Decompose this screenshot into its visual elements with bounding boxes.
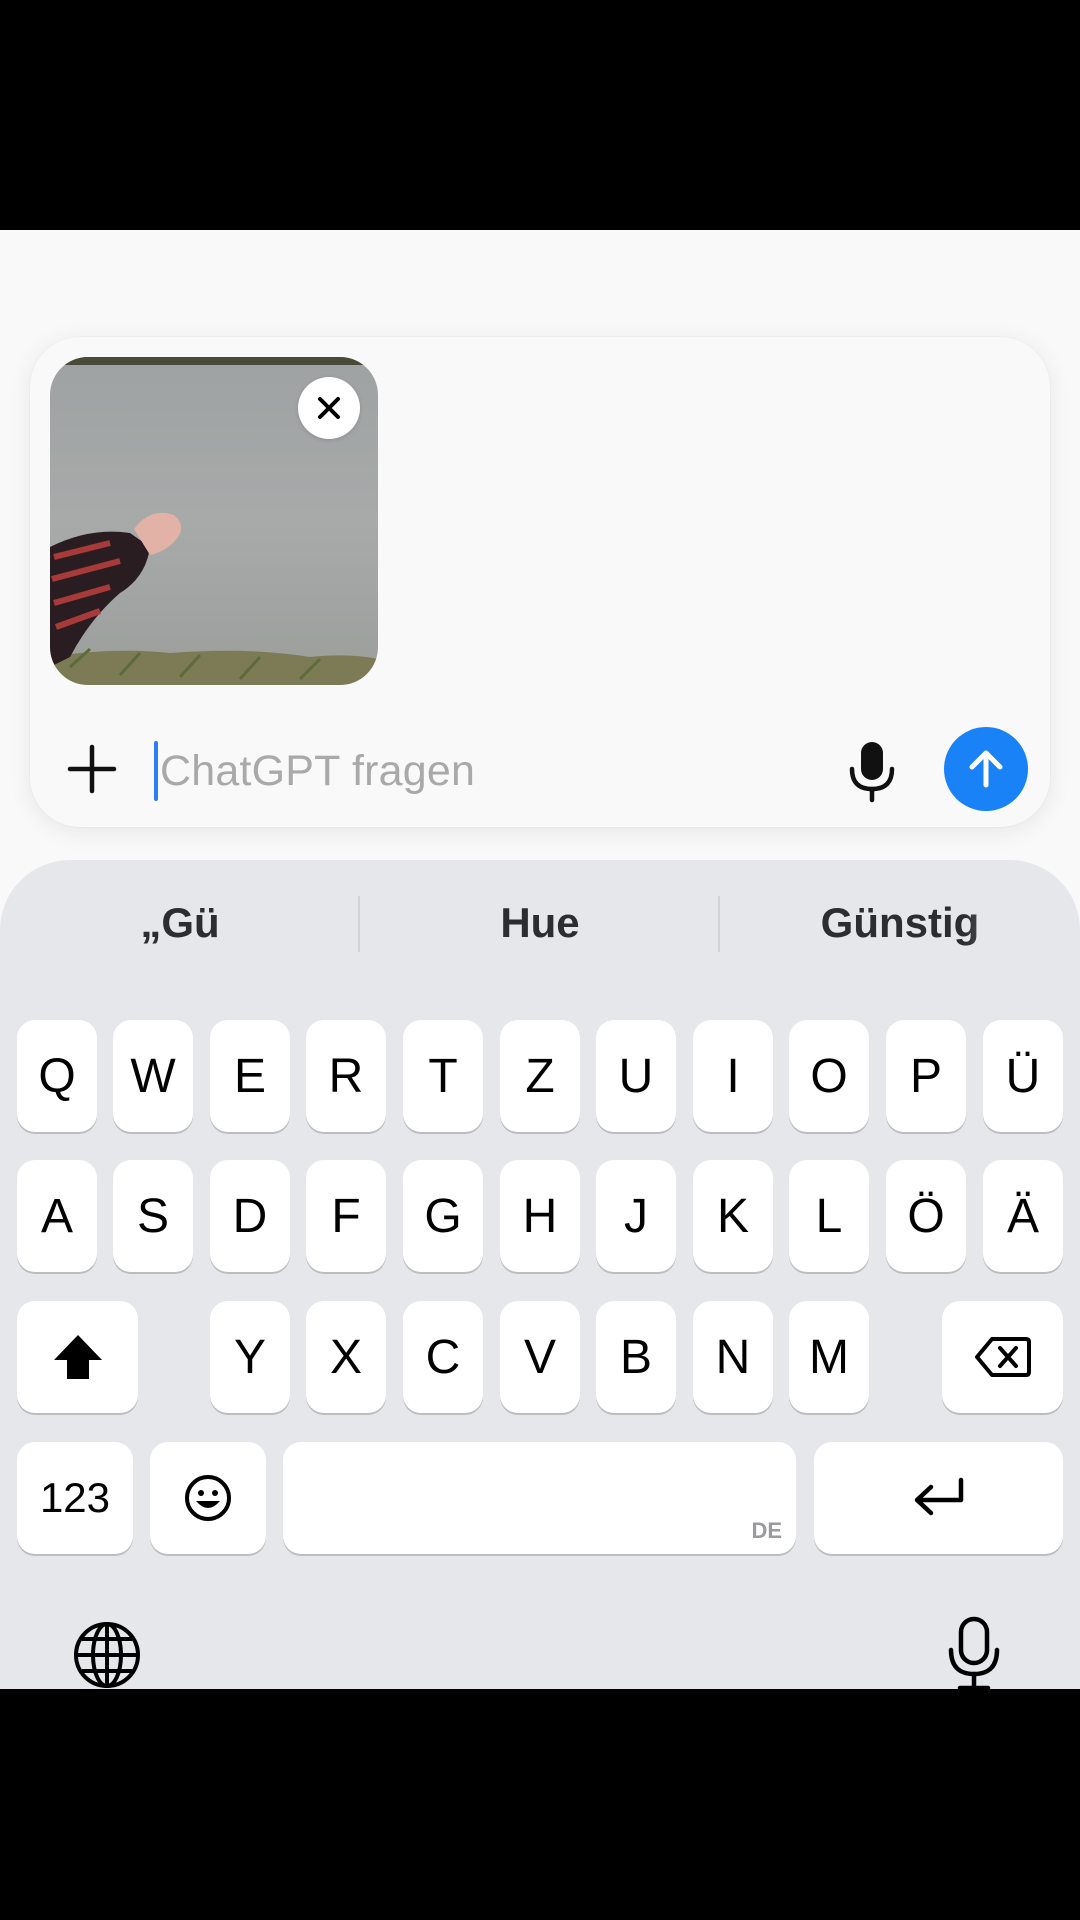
key-i[interactable]: I xyxy=(693,1020,773,1132)
suggestion-bar: „Gü Hue Günstig xyxy=(0,860,1080,988)
suggestion-3[interactable]: Günstig xyxy=(740,888,1060,958)
bottom-letterbox xyxy=(0,1689,1080,1920)
key-ue[interactable]: Ü xyxy=(983,1020,1063,1132)
remove-attachment-button[interactable] xyxy=(298,377,360,439)
emoji-icon xyxy=(185,1475,231,1521)
numbers-key[interactable]: 123 xyxy=(17,1442,133,1554)
key-e[interactable]: E xyxy=(210,1020,290,1132)
microphone-icon xyxy=(948,1616,1000,1689)
text-caret xyxy=(154,741,158,801)
keyboard: „Gü Hue Günstig Q W E R T Z U I O P Ü A … xyxy=(0,860,1080,1689)
key-r[interactable]: R xyxy=(306,1020,386,1132)
space-language-label: DE xyxy=(751,1518,782,1543)
shift-icon xyxy=(53,1335,102,1379)
key-w[interactable]: W xyxy=(113,1020,193,1132)
message-composer: ChatGPT fragen xyxy=(30,337,1050,827)
plus-icon xyxy=(67,744,117,794)
dictation-button[interactable] xyxy=(940,1614,1008,1689)
key-ae[interactable]: Ä xyxy=(983,1160,1063,1272)
arrow-up-icon xyxy=(969,750,1003,788)
voice-input-button[interactable] xyxy=(838,735,906,807)
key-g[interactable]: G xyxy=(403,1160,483,1272)
close-icon xyxy=(318,397,340,419)
input-row: ChatGPT fragen xyxy=(30,717,1050,827)
key-y[interactable]: Y xyxy=(210,1301,290,1413)
backspace-key[interactable] xyxy=(942,1301,1063,1413)
key-f[interactable]: F xyxy=(306,1160,386,1272)
key-v[interactable]: V xyxy=(500,1301,580,1413)
microphone-icon xyxy=(849,742,895,803)
emoji-key[interactable] xyxy=(150,1442,266,1554)
key-d[interactable]: D xyxy=(210,1160,290,1272)
key-x[interactable]: X xyxy=(306,1301,386,1413)
return-icon xyxy=(914,1477,963,1516)
key-z[interactable]: Z xyxy=(500,1020,580,1132)
key-o[interactable]: O xyxy=(789,1020,869,1132)
key-n[interactable]: N xyxy=(693,1301,773,1413)
suggestion-divider xyxy=(358,896,360,952)
key-l[interactable]: L xyxy=(789,1160,869,1272)
key-q[interactable]: Q xyxy=(17,1020,97,1132)
suggestion-1[interactable]: „Gü xyxy=(20,888,340,958)
key-b[interactable]: B xyxy=(596,1301,676,1413)
key-s[interactable]: S xyxy=(113,1160,193,1272)
return-key[interactable] xyxy=(814,1442,1063,1554)
shift-key[interactable] xyxy=(17,1301,138,1413)
key-m[interactable]: M xyxy=(789,1301,869,1413)
key-u[interactable]: U xyxy=(596,1020,676,1132)
input-placeholder: ChatGPT fragen xyxy=(160,746,476,795)
suggestion-divider xyxy=(718,896,720,952)
key-k[interactable]: K xyxy=(693,1160,773,1272)
key-j[interactable]: J xyxy=(596,1160,676,1272)
key-t[interactable]: T xyxy=(403,1020,483,1132)
key-h[interactable]: H xyxy=(500,1160,580,1272)
send-button[interactable] xyxy=(944,727,1028,811)
add-attachment-button[interactable] xyxy=(60,737,124,801)
image-attachment[interactable] xyxy=(50,357,378,685)
app-screen: ChatGPT fragen „Gü Hue Günstig Q W E R T… xyxy=(0,230,1080,1689)
space-key[interactable]: DE xyxy=(283,1442,796,1554)
key-c[interactable]: C xyxy=(403,1301,483,1413)
key-p[interactable]: P xyxy=(886,1020,966,1132)
message-input[interactable]: ChatGPT fragen xyxy=(154,741,834,801)
suggestion-2[interactable]: Hue xyxy=(380,888,700,958)
key-oe[interactable]: Ö xyxy=(886,1160,966,1272)
key-a[interactable]: A xyxy=(17,1160,97,1272)
globe-icon xyxy=(74,1622,140,1688)
backspace-icon xyxy=(974,1337,1031,1377)
globe-button[interactable] xyxy=(70,1618,144,1689)
